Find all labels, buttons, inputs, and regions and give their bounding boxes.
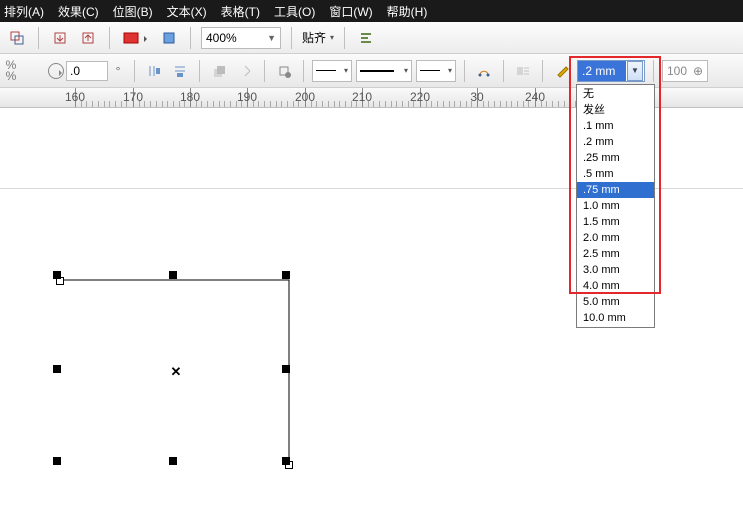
dropdown-item[interactable]: .25 mm <box>577 150 654 166</box>
selection-handle[interactable] <box>282 271 290 279</box>
degree-label: ° <box>110 64 126 78</box>
start-arrow-combo[interactable]: ▾ <box>312 60 352 82</box>
selection-handle[interactable] <box>53 271 61 279</box>
zoom-value: 400% <box>206 31 237 45</box>
to-back-icon[interactable] <box>234 60 256 82</box>
chevron-down-icon: ▼ <box>267 33 276 43</box>
menu-effects[interactable]: 效果(C) <box>58 3 99 20</box>
menu-bar: 排列(A) 效果(C) 位图(B) 文本(X) 表格(T) 工具(O) 窗口(W… <box>0 0 743 22</box>
property-bar: %% ° ▾ ▾ ▾ .2 mm ▼ 100 ⊕ <box>0 54 743 88</box>
selection-handle[interactable] <box>282 365 290 373</box>
combine-icon[interactable] <box>6 27 28 49</box>
spin-input[interactable]: 100 ⊕ <box>662 60 708 82</box>
dropdown-item[interactable]: 1.5 mm <box>577 214 654 230</box>
import-icon[interactable] <box>49 27 71 49</box>
menu-bitmap[interactable]: 位图(B) <box>113 3 153 20</box>
selection-handle[interactable] <box>282 457 290 465</box>
selection-handle[interactable] <box>169 271 177 279</box>
line-style-combo[interactable]: ▾ <box>356 60 412 82</box>
dropdown-item[interactable]: 5.0 mm <box>577 294 654 310</box>
rotation-group: ° <box>48 61 126 81</box>
chevron-down-icon[interactable]: ▾ <box>330 33 334 42</box>
outline-width-dropdown[interactable]: 无发丝.1 mm.2 mm.25 mm.5 mm.75 mm1.0 mm1.5 … <box>576 84 655 328</box>
dropdown-item[interactable]: .5 mm <box>577 166 654 182</box>
mirror-v-icon[interactable] <box>169 60 191 82</box>
selection-handle[interactable] <box>53 457 61 465</box>
menu-tools[interactable]: 工具(O) <box>274 3 315 20</box>
chevron-down-icon[interactable]: ▼ <box>627 61 643 81</box>
dropdown-item[interactable]: 1.0 mm <box>577 198 654 214</box>
zoom-level[interactable]: 400% ▼ <box>201 27 281 49</box>
dropdown-item[interactable]: 2.0 mm <box>577 230 654 246</box>
end-arrow-combo[interactable]: ▾ <box>416 60 456 82</box>
rotate-icon[interactable] <box>48 63 64 79</box>
standard-toolbar: 400% ▼ 贴齐 ▾ <box>0 22 743 54</box>
wrap-text-icon[interactable] <box>512 60 534 82</box>
dropdown-item[interactable]: 发丝 <box>577 102 654 118</box>
selection-handle[interactable] <box>169 457 177 465</box>
dropdown-item[interactable]: 无 <box>577 86 654 102</box>
dropdown-item[interactable]: 10.0 mm <box>577 310 654 326</box>
outline-width-value: .2 mm <box>578 61 626 81</box>
rotation-input[interactable] <box>66 61 108 81</box>
wrap-icon[interactable] <box>273 60 295 82</box>
dropdown-item[interactable]: 3.0 mm <box>577 262 654 278</box>
menu-window[interactable]: 窗口(W) <box>329 3 372 20</box>
dropdown-item[interactable]: 2.5 mm <box>577 246 654 262</box>
percent-label: %% <box>0 54 22 88</box>
options-icon[interactable] <box>355 27 377 49</box>
menu-table[interactable]: 表格(T) <box>221 3 260 20</box>
to-front-icon[interactable] <box>208 60 230 82</box>
outline-pen-icon[interactable] <box>551 60 573 82</box>
snap-label[interactable]: 贴齐 <box>302 29 326 46</box>
selection-handle[interactable] <box>53 365 61 373</box>
menu-arrange[interactable]: 排列(A) <box>4 3 44 20</box>
dropdown-item[interactable]: 4.0 mm <box>577 278 654 294</box>
selection-center-icon: ✕ <box>171 364 182 380</box>
welcome-icon[interactable] <box>158 27 180 49</box>
menu-help[interactable]: 帮助(H) <box>387 3 428 20</box>
app-launcher-icon[interactable] <box>120 27 152 49</box>
export-icon[interactable] <box>77 27 99 49</box>
dropdown-item[interactable]: .75 mm <box>577 182 654 198</box>
close-curve-icon[interactable] <box>473 60 495 82</box>
menu-text[interactable]: 文本(X) <box>167 3 207 20</box>
dropdown-item[interactable]: .2 mm <box>577 134 654 150</box>
plus-icon[interactable]: ⊕ <box>693 64 703 78</box>
outline-width-combo[interactable]: .2 mm ▼ <box>577 60 645 82</box>
mirror-h-icon[interactable] <box>143 60 165 82</box>
dropdown-item[interactable]: .1 mm <box>577 118 654 134</box>
